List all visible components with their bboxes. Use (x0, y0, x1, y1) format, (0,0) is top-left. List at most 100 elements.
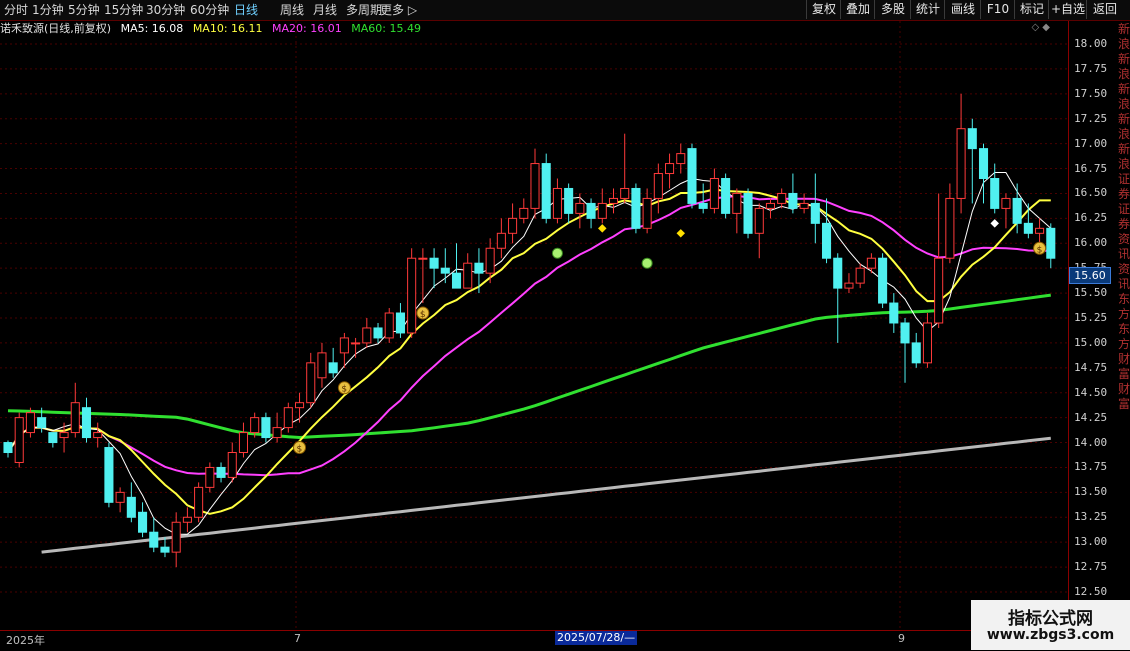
candle-body-90 (1012, 197, 1022, 224)
candle-body-66 (743, 192, 753, 234)
candle-body-9 (104, 447, 114, 503)
candle-body-23 (261, 417, 271, 439)
y-tick-18: 17.00 (1074, 136, 1108, 150)
ma250-line (41, 436, 1051, 554)
candle-body-51 (575, 202, 585, 214)
candle-body-44 (496, 232, 506, 249)
candle-body-75 (844, 282, 854, 289)
kline-chart[interactable]: $ $ $ $ (0, 21, 1068, 630)
selected-date: 2025/07/28/— (555, 631, 638, 645)
candle-body-67 (754, 207, 764, 234)
y-tick-9: 14.75 (1074, 360, 1108, 374)
candle-body-52 (586, 202, 596, 219)
ma5-line (7, 172, 1052, 535)
toolbar-button-8[interactable]: 返回 (1086, 0, 1123, 19)
period-tab-0[interactable]: 分时 (4, 0, 28, 20)
candle-body-53 (597, 202, 607, 219)
candle-body-83 (934, 257, 944, 324)
candle-body-36 (407, 257, 417, 334)
y-tick-0: 12.50 (1074, 585, 1108, 598)
candle-body-46 (519, 207, 529, 219)
y-tick-20: 17.50 (1074, 86, 1108, 100)
candle-body-18 (205, 466, 215, 488)
candle-body-22 (250, 417, 260, 434)
period-tab-6[interactable]: 日线 (234, 0, 258, 20)
candle-body-5 (59, 432, 69, 439)
candle-body-85 (956, 128, 966, 199)
candle-body-28 (317, 352, 327, 379)
candle-body-84 (945, 197, 955, 259)
candle-body-12 (138, 511, 148, 533)
y-tick-15: 16.25 (1074, 211, 1108, 225)
money-bag-icon-glyph: $ (297, 445, 303, 455)
candle-body-86 (967, 128, 977, 150)
candle-body-31 (351, 342, 361, 345)
candle-body-27 (306, 362, 316, 404)
apple-icon (641, 257, 653, 269)
candle-body-35 (395, 312, 405, 334)
candle-body-25 (283, 407, 293, 429)
toolbar-button-5[interactable]: F10 (980, 0, 1015, 19)
period-tab-8[interactable]: 月线 (313, 0, 337, 20)
candle-body-87 (978, 148, 989, 180)
y-tick-21: 17.75 (1074, 61, 1108, 75)
y-tick-14: 16.00 (1074, 236, 1108, 250)
candle-body-93 (1046, 227, 1056, 259)
period-tab-3[interactable]: 15分钟 (104, 0, 143, 20)
candle-body-91 (1023, 222, 1033, 234)
candle-body-39 (440, 267, 450, 274)
candle-body-59 (665, 163, 675, 175)
y-tick-3: 13.25 (1074, 510, 1108, 524)
toolbar-button-0[interactable]: 复权 (806, 0, 841, 19)
period-tab-4[interactable]: 30分钟 (146, 0, 185, 20)
candle-body-11 (126, 496, 136, 518)
x-label-1: 7 (294, 632, 301, 645)
y-tick-10: 15.00 (1074, 335, 1108, 349)
watermark: 指标公式网 www.zbgs3.com (971, 600, 1130, 650)
candle-body-65 (732, 192, 742, 214)
period-tab-10[interactable]: 更多 ▷ (380, 0, 417, 20)
candle-body-82 (922, 322, 932, 364)
candle-body-8 (93, 432, 103, 439)
news-strip[interactable]: 新浪新浪新浪新浪新浪证券证券资讯资讯东方东方财富财富 (1118, 22, 1130, 442)
candle-body-73 (821, 222, 832, 259)
candle-body-92 (1035, 227, 1045, 234)
y-tick-6: 14.00 (1074, 435, 1108, 449)
money-bag-icon-glyph: $ (1037, 245, 1043, 255)
candle-body-34 (384, 312, 394, 339)
candle-body-80 (900, 322, 910, 344)
period-tab-1[interactable]: 1分钟 (32, 0, 64, 20)
candle-body-43 (485, 247, 495, 274)
period-tab-2[interactable]: 5分钟 (68, 0, 100, 20)
candle-body-41 (463, 262, 473, 289)
toolbar-button-6[interactable]: 标记 (1014, 0, 1049, 19)
toolbar-button-3[interactable]: 统计 (910, 0, 945, 19)
toolbar-button-4[interactable]: 画线 (944, 0, 981, 19)
candle-body-71 (799, 202, 809, 209)
candle-body-1 (14, 417, 24, 463)
candle-body-49 (552, 187, 562, 219)
candle-body-88 (990, 178, 1000, 209)
period-tab-9[interactable]: 多周期 (346, 0, 382, 20)
toolbar-button-7[interactable]: +自选 (1048, 0, 1087, 19)
candle-body-0 (3, 442, 13, 454)
y-tick-2: 13.00 (1074, 535, 1108, 549)
candle-body-77 (866, 257, 876, 269)
y-tick-1: 12.75 (1074, 560, 1108, 574)
candle-body-57 (642, 197, 652, 229)
candle-body-37 (418, 257, 428, 260)
candle-body-6 (70, 402, 80, 434)
diamond-signal-icon (598, 224, 607, 233)
candle-body-3 (37, 417, 47, 429)
candle-body-50 (564, 187, 574, 214)
period-tab-7[interactable]: 周线 (280, 0, 304, 20)
y-tick-16: 16.50 (1074, 186, 1108, 200)
toolbar-button-2[interactable]: 多股 (874, 0, 911, 19)
period-tab-5[interactable]: 60分钟 (190, 0, 229, 20)
candle-body-14 (160, 546, 170, 553)
candle-body-74 (833, 257, 843, 289)
toolbar-button-1[interactable]: 叠加 (840, 0, 875, 19)
candle-body-58 (653, 173, 663, 199)
candle-body-69 (777, 192, 787, 204)
candle-body-72 (810, 202, 820, 224)
